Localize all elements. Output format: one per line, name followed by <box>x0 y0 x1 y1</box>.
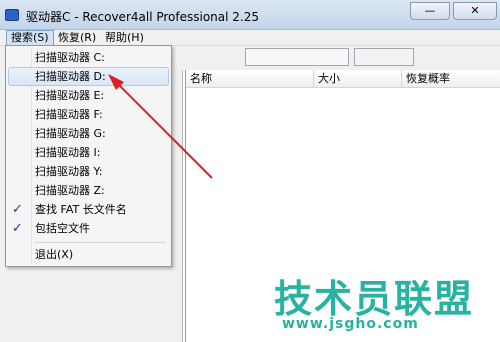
watermark-url: www.jsgho.com <box>282 316 419 332</box>
arrow-shaft <box>117 83 213 179</box>
watermark: 技术员联盟 www.jsgho.com <box>268 268 498 338</box>
watermark-title: 技术员联盟 <box>274 277 475 321</box>
